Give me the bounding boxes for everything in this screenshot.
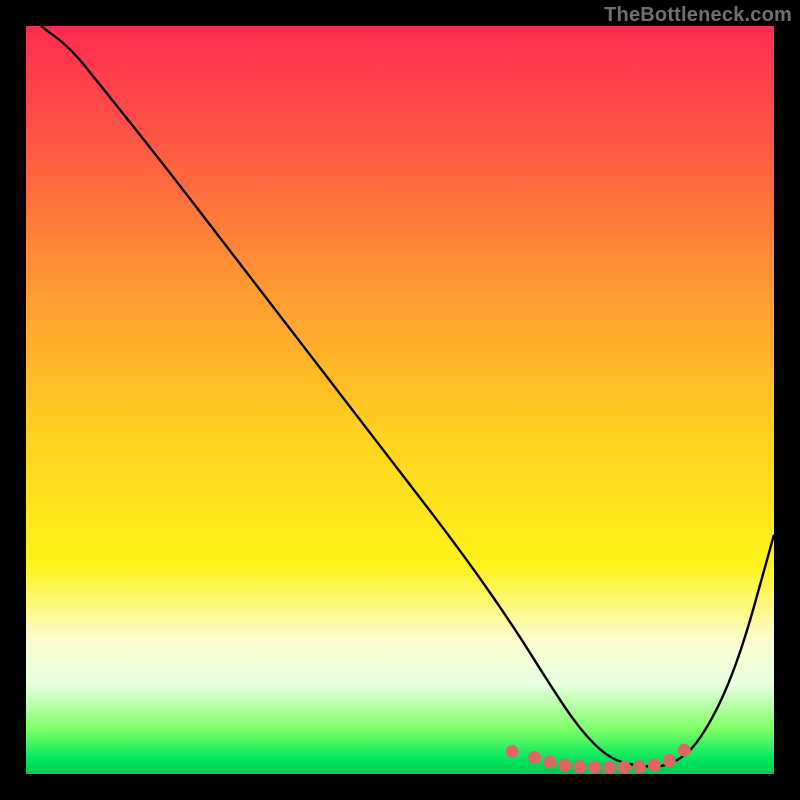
marker-dot xyxy=(588,761,601,774)
plot-background xyxy=(26,26,774,774)
marker-dot xyxy=(573,760,586,773)
marker-dot xyxy=(603,761,616,774)
marker-dot xyxy=(558,759,571,772)
bottleneck-chart xyxy=(0,0,800,800)
marker-dot xyxy=(528,751,541,764)
marker-dot xyxy=(678,744,691,757)
marker-dot xyxy=(648,759,661,772)
marker-dot xyxy=(633,760,646,773)
watermark-text: TheBottleneck.com xyxy=(604,4,792,27)
marker-dot xyxy=(618,761,631,774)
marker-dot xyxy=(663,754,676,767)
chart-container: TheBottleneck.com xyxy=(0,0,800,800)
marker-dot xyxy=(543,756,556,769)
marker-dot xyxy=(506,745,519,758)
